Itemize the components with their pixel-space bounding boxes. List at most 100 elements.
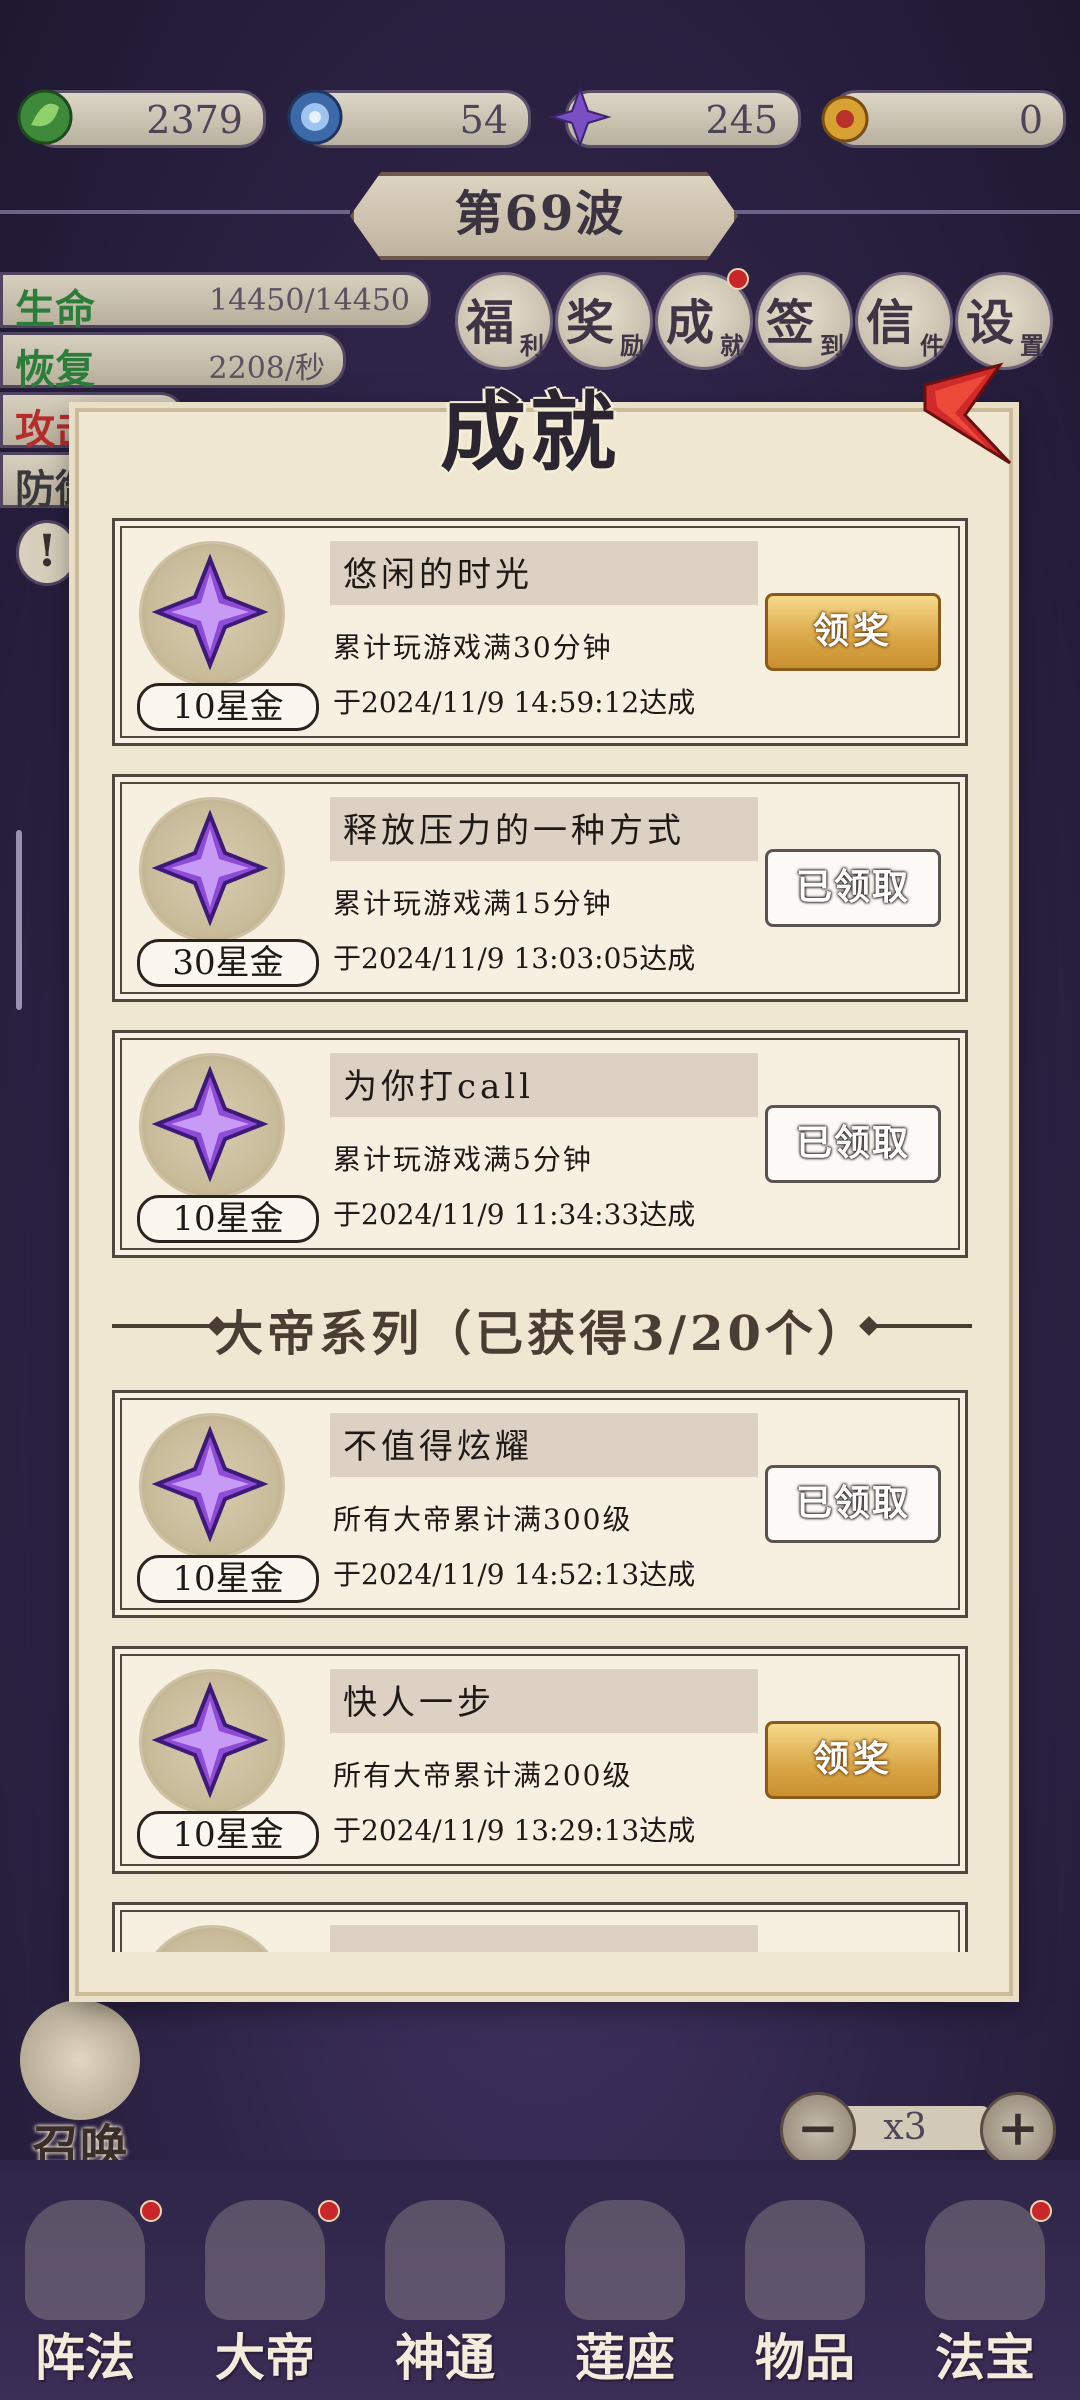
achievement-name: 释放压力的一种方式: [343, 811, 685, 851]
summon-icon: [20, 2000, 140, 2120]
lotus-icon: [565, 2200, 685, 2320]
star-gold-icon: [151, 1065, 269, 1183]
stat-label: 恢复: [15, 346, 95, 393]
purple-star-icon: [548, 86, 612, 148]
treasure-icon: [925, 2200, 1045, 2320]
nav-label: 大帝: [215, 2328, 315, 2387]
menu-char: 设: [966, 295, 1015, 351]
nav-label: 神通: [395, 2328, 495, 2387]
claimed-button[interactable]: 已领取: [765, 1465, 941, 1543]
nav-label: 阵法: [35, 2328, 135, 2387]
resource-value: 54: [459, 98, 508, 142]
achievement-desc: 累计玩游戏满5分钟: [333, 1143, 593, 1176]
section-title: 大帝系列（已获得3/20个）: [215, 1306, 869, 1362]
menu-checkin-button[interactable]: 签到: [755, 272, 853, 370]
claim-button[interactable]: 领奖: [765, 1721, 941, 1799]
achievement-name: 快人一步: [343, 1683, 495, 1723]
achievement-desc: 所有大帝累计满300级: [333, 1503, 633, 1536]
achievement-card: 30星金 释放压力的一种方式 累计玩游戏满15分钟 于2024/11/9 13:…: [112, 774, 968, 1002]
achievement-date: 于2024/11/9 14:59:12达成: [333, 686, 696, 719]
summon-button[interactable]: 召唤: [15, 2000, 145, 2176]
name-background: [330, 1925, 758, 1952]
reward-amount: 30星金: [137, 939, 319, 987]
achievement-desc: 累计玩游戏满30分钟: [333, 631, 613, 664]
achievement-card: 10星金 不值得炫耀 所有大帝累计满300级 于2024/11/9 14:52:…: [112, 1390, 968, 1618]
close-icon[interactable]: [905, 355, 1025, 475]
achievement-card: 10星金 快人一步 所有大帝累计满200级 于2024/11/9 13:29:1…: [112, 1646, 968, 1874]
nav-label: 莲座: [575, 2328, 675, 2387]
speed-minus-button[interactable]: −: [780, 2092, 856, 2168]
formation-icon: [25, 2200, 145, 2320]
menu-char: 福: [466, 295, 515, 351]
star-gold-icon: [151, 1425, 269, 1543]
crystal-icon: [745, 2200, 865, 2320]
achievement-card: 10星金 为你打call 累计玩游戏满5分钟 于2024/11/9 11:34:…: [112, 1030, 968, 1258]
resource-bar-treasure: 0: [821, 90, 1066, 148]
claim-button[interactable]: 领奖: [765, 593, 941, 671]
resource-value: 2379: [146, 98, 243, 142]
resource-bar-orb: 54: [287, 89, 531, 148]
claimed-button[interactable]: 已领取: [765, 1105, 941, 1183]
star-gold-icon: [151, 1681, 269, 1799]
divider: [0, 210, 350, 214]
reward-amount: 10星金: [137, 1555, 319, 1603]
menu-char: 信: [866, 295, 915, 351]
resource-bar-star: 245: [548, 86, 801, 148]
menu-char: 奖: [566, 295, 615, 351]
nav-label: 物品: [755, 2328, 855, 2387]
achievement-date: 于2024/11/9 13:29:13达成: [333, 1814, 696, 1847]
stat-value: 14450/14450: [209, 283, 410, 318]
nav-divine-power[interactable]: 神通: [360, 2180, 530, 2400]
menu-char-small: 就: [720, 331, 744, 360]
stat-value: 2208/秒: [208, 351, 325, 386]
menu-char: 签: [766, 295, 815, 351]
notification-dot: [727, 268, 749, 290]
cards-icon: [385, 2200, 505, 2320]
menu-char-small: 励: [620, 331, 644, 360]
blue-orb-icon: [287, 89, 343, 145]
modal-title: 成就: [440, 382, 620, 483]
reward-amount: 10星金: [137, 1811, 319, 1859]
reward-amount: 10星金: [137, 683, 319, 731]
notification-dot: [1030, 2200, 1052, 2222]
resource-value: 0: [1018, 98, 1043, 142]
menu-char: 成: [666, 295, 715, 351]
star-gold-icon: [151, 553, 269, 671]
notification-dot: [140, 2200, 162, 2222]
achievement-name: 不值得炫耀: [343, 1427, 533, 1467]
speed-plus-button[interactable]: +: [980, 2092, 1056, 2168]
achievement-date: 于2024/11/9 14:52:13达成: [333, 1558, 696, 1591]
achievement-date: 于2024/11/9 11:34:33达成: [333, 1198, 696, 1231]
achievement-name: 为你打call: [343, 1067, 535, 1107]
reward-badge: [139, 1925, 285, 1952]
leaf-gem-icon: [17, 89, 73, 145]
achievement-desc: 累计玩游戏满15分钟: [333, 887, 613, 920]
achievement-card: 10星金 悠闲的时光 累计玩游戏满30分钟 于2024/11/9 14:59:1…: [112, 518, 968, 746]
stat-regen: 恢复 2208/秒: [0, 332, 346, 393]
resource-bar-leaf: 2379: [17, 89, 266, 148]
speed-control: x3 − +: [780, 2092, 1056, 2168]
reward-amount: 10星金: [137, 1195, 319, 1243]
star-gold-icon: [151, 809, 269, 927]
nav-lotus[interactable]: 莲座: [540, 2180, 710, 2400]
menu-rewards-button[interactable]: 奖励: [555, 272, 653, 370]
nav-items[interactable]: 物品: [720, 2180, 890, 2400]
stat-hp: 生命 14450/14450: [0, 272, 431, 333]
achievement-date: 于2024/11/9 13:03:05达成: [333, 942, 696, 975]
gold-treasure-icon: [821, 95, 869, 143]
achievement-card: [112, 1902, 968, 1952]
menu-char-small: 利: [520, 331, 544, 360]
info-icon[interactable]: !: [16, 520, 78, 586]
stat-label: 生命: [15, 286, 95, 333]
nav-label: 法宝: [935, 2328, 1035, 2387]
resource-value: 245: [705, 98, 778, 142]
emperor-icon: [205, 2200, 325, 2320]
achievement-desc: 所有大帝累计满200级: [333, 1759, 633, 1792]
wave-label: 第69波: [454, 186, 626, 242]
achievement-list[interactable]: 10星金 悠闲的时光 累计玩游戏满30分钟 于2024/11/9 14:59:1…: [112, 514, 972, 1952]
divider: [730, 210, 1080, 214]
notification-dot: [318, 2200, 340, 2222]
claimed-button[interactable]: 已领取: [765, 849, 941, 927]
menu-char-small: 到: [820, 331, 844, 360]
menu-welfare-button[interactable]: 福利: [455, 272, 553, 370]
